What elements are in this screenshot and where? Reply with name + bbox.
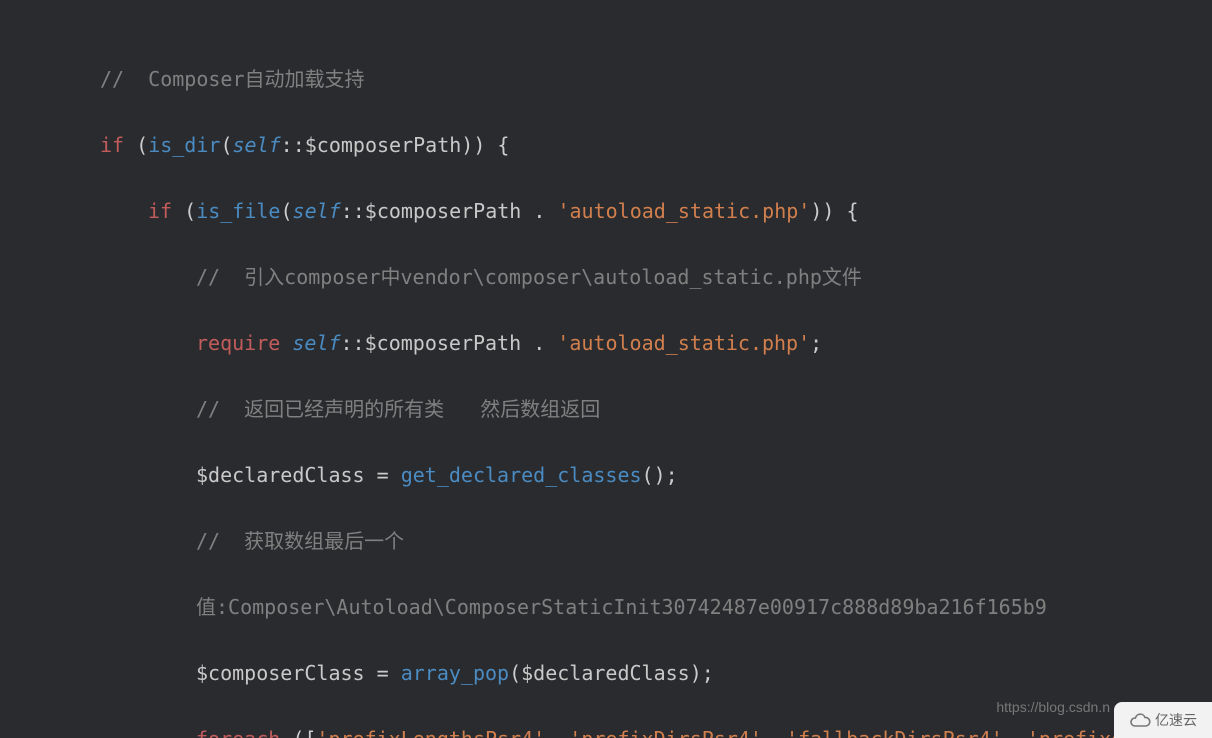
var-composer-path: $composerPath: [305, 133, 462, 157]
func-array-pop: array_pop: [401, 661, 509, 685]
func-is-file: is_file: [196, 199, 280, 223]
var-composer-class: $composerClass: [196, 661, 365, 685]
string-literal: 'autoload_static.php': [557, 331, 810, 355]
var-composer-path: $composerPath: [365, 199, 522, 223]
logo-text: 亿速云: [1155, 704, 1197, 737]
string-literal: 'fallbackDirsPsr4': [786, 727, 1003, 738]
keyword-if: if: [100, 133, 124, 157]
keyword-if: if: [148, 199, 172, 223]
watermark-text: https://blog.csdn.n: [996, 691, 1110, 724]
string-literal: 'autoload_static.php': [557, 199, 810, 223]
cloud-icon: [1129, 712, 1151, 728]
var-declared-class: $declaredClass: [521, 661, 690, 685]
keyword-self: self: [293, 199, 341, 223]
logo-chip: 亿速云: [1114, 702, 1212, 738]
string-literal: 'prefixLengthsPsr4': [316, 727, 545, 738]
keyword-foreach: foreach: [196, 727, 280, 738]
comment: // 获取数组最后一个: [196, 529, 404, 553]
code-editor: // Composer自动加载支持 if (is_dir(self::$comp…: [0, 0, 1212, 738]
var-declared-class: $declaredClass: [196, 463, 365, 487]
comment: // 引入composer中vendor\composer\autoload_s…: [196, 265, 862, 289]
keyword-require: require: [196, 331, 280, 355]
comment: // 返回已经声明的所有类 然后数组返回: [196, 397, 600, 421]
comment: // Composer自动加载支持: [100, 67, 365, 91]
func-is-dir: is_dir: [148, 133, 220, 157]
keyword-self: self: [292, 331, 340, 355]
keyword-self: self: [232, 133, 280, 157]
string-literal: 'prefixDirsPsr4': [569, 727, 762, 738]
comment: 值:Composer\Autoload\ComposerStaticInit30…: [196, 595, 1047, 619]
func-get-declared: get_declared_classes: [401, 463, 642, 487]
var-composer-path: $composerPath: [365, 331, 522, 355]
